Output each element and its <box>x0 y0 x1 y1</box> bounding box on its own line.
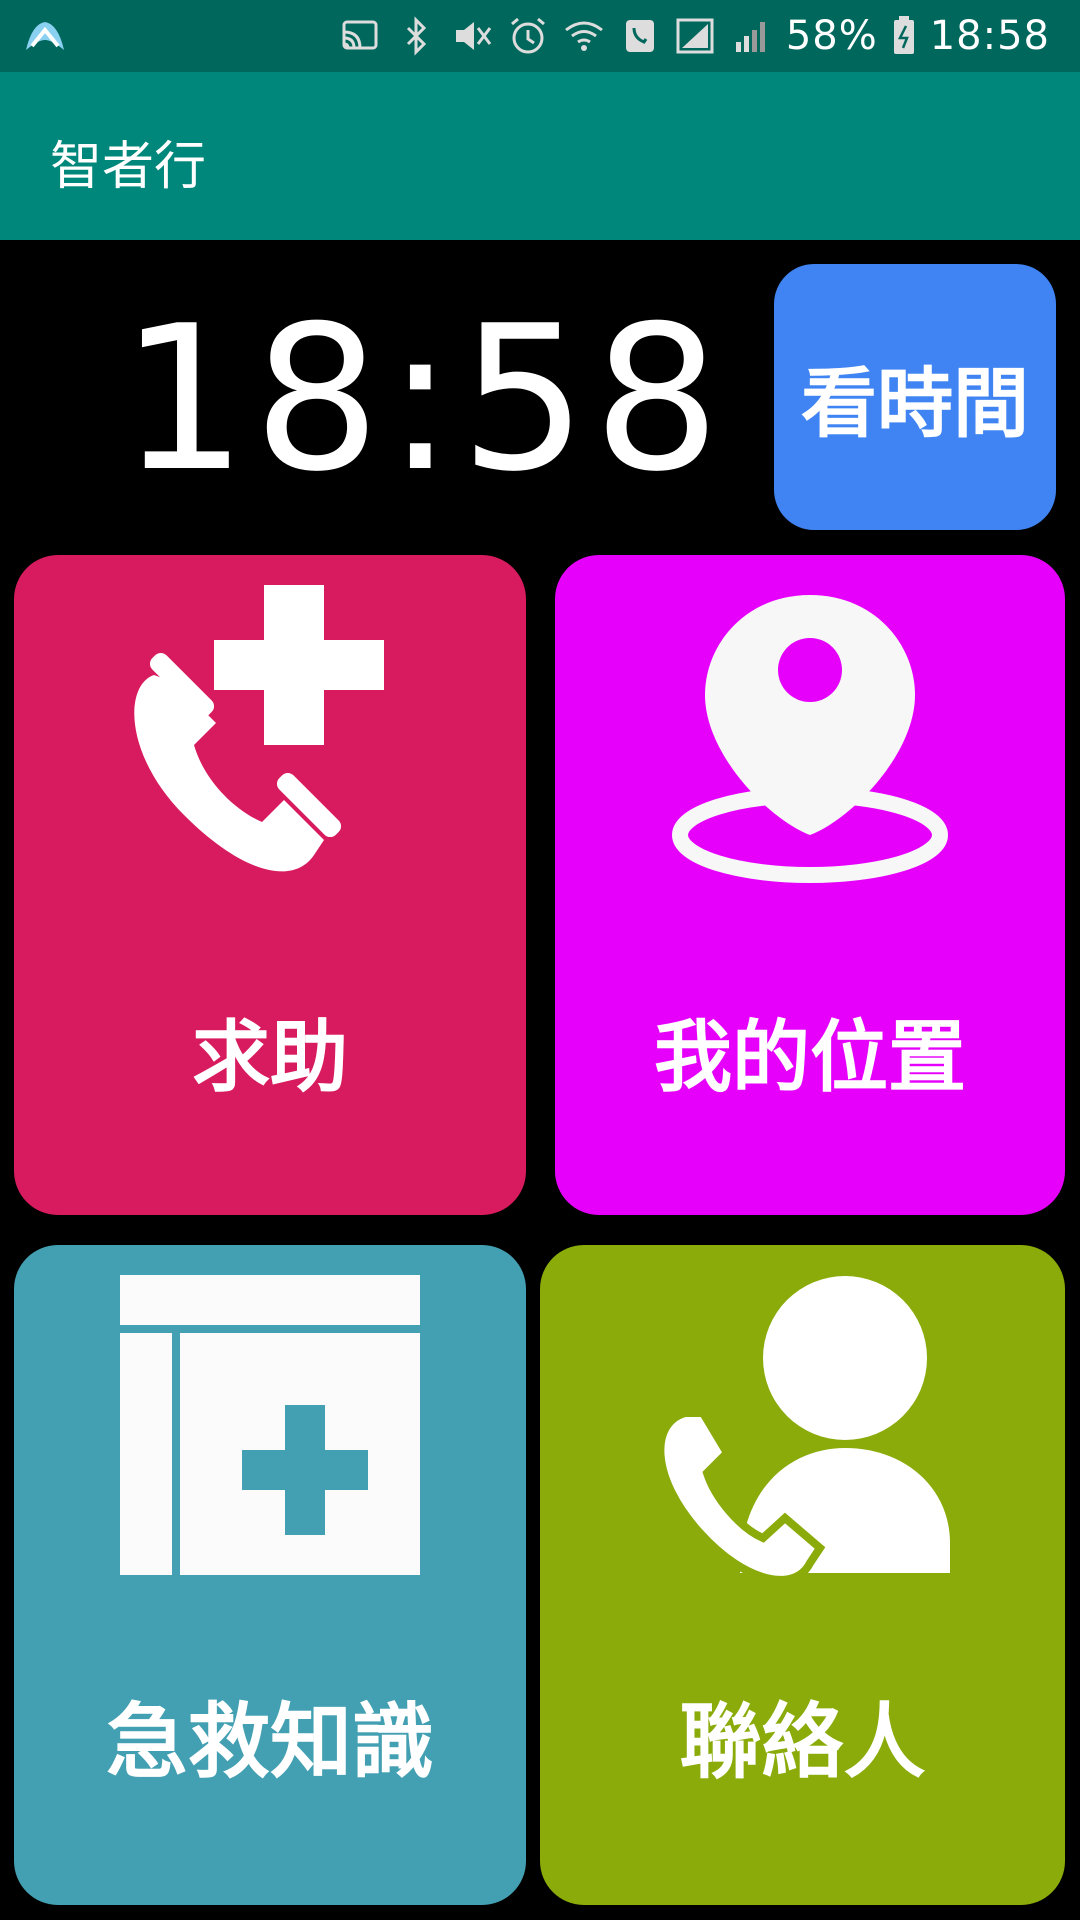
my-location-label: 我的位置 <box>653 1013 966 1103</box>
location-pin-icon <box>672 595 948 883</box>
my-location-tile[interactable]: 我的位置 <box>555 555 1065 1215</box>
first-aid-label: 急救知識 <box>105 1695 434 1790</box>
first-aid-tile[interactable]: 急救知識 <box>14 1245 526 1905</box>
signal-icon <box>676 18 714 54</box>
bluetooth-icon <box>406 16 426 56</box>
help-label: 求助 <box>191 1013 348 1103</box>
clock-display: 18:58 <box>120 283 727 516</box>
battery-percent: 58% <box>785 13 878 59</box>
cast-icon <box>342 20 378 50</box>
app-bar: 智者行 <box>0 72 1080 240</box>
phone-icon <box>625 20 654 52</box>
contact-phone-icon <box>656 1276 950 1584</box>
first-aid-book-icon <box>120 1275 420 1575</box>
view-time-label: 看時間 <box>801 359 1029 448</box>
status-bar: 58% 18:58 <box>0 0 1080 72</box>
wifi-call-icon <box>564 21 603 51</box>
help-tile[interactable]: 求助 <box>14 555 526 1215</box>
app-title: 智者行 <box>50 137 207 197</box>
signal-bars-icon <box>735 22 765 52</box>
emergency-call-icon <box>134 585 384 872</box>
contacts-tile[interactable]: 聯絡人 <box>540 1245 1065 1905</box>
status-time: 18:58 <box>929 13 1050 59</box>
status-icons: 58% 18:58 <box>338 0 1050 72</box>
contacts-label: 聯絡人 <box>679 1695 926 1790</box>
mute-icon <box>455 22 492 50</box>
alarm-icon <box>510 17 545 54</box>
battery-icon <box>893 16 914 54</box>
view-time-button[interactable]: 看時間 <box>774 264 1056 530</box>
app-logo-icon <box>26 22 64 50</box>
